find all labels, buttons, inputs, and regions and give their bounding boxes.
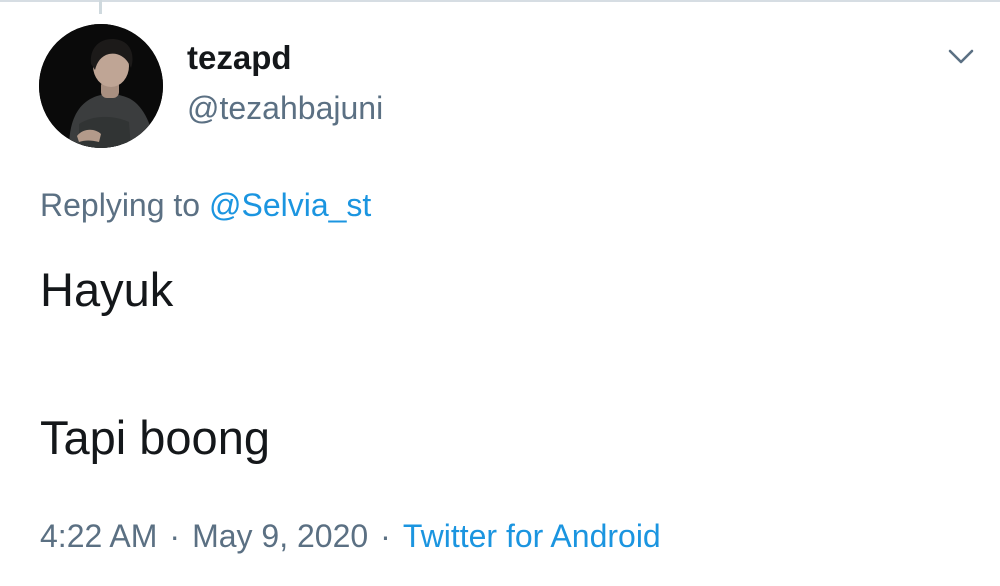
replying-to-label: Replying to: [40, 187, 201, 223]
thread-connector-line: [99, 0, 102, 14]
top-divider: [0, 0, 1000, 2]
author-handle[interactable]: @tezahbajuni: [187, 88, 383, 128]
tweet-time[interactable]: 4:22 AM: [40, 518, 157, 554]
avatar[interactable]: [39, 24, 163, 148]
tweet-menu-button[interactable]: [941, 40, 981, 74]
meta-separator: ·: [169, 518, 181, 554]
avatar-photo: [39, 24, 163, 148]
tweet-source-link[interactable]: Twitter for Android: [403, 518, 661, 554]
tweet-text-line-1: Hayuk: [40, 263, 174, 316]
reply-mention-link[interactable]: @Selvia_st: [209, 187, 371, 223]
meta-separator: ·: [380, 518, 391, 554]
tweet-text-line-2: Tapi boong: [40, 411, 270, 464]
chevron-down-icon: [948, 49, 974, 64]
replying-to-line: Replying to @Selvia_st: [40, 184, 371, 226]
tweet-metadata: 4:22 AM · May 9, 2020 · Twitter for Android: [40, 514, 661, 558]
tweet-date[interactable]: May 9, 2020: [192, 518, 368, 554]
author-display-name[interactable]: tezapd: [187, 38, 292, 78]
